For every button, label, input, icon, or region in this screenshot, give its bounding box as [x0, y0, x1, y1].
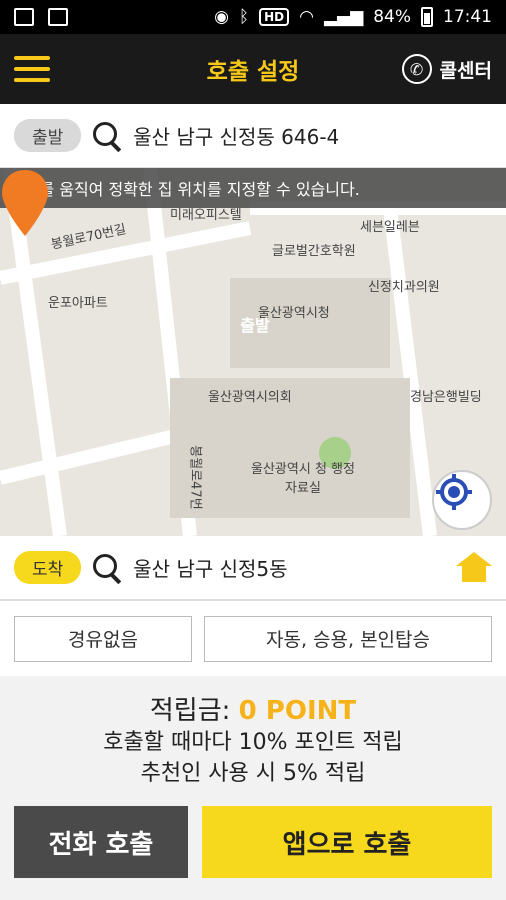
wifi-icon: ◠ — [299, 7, 314, 27]
points-panel: 적립금: 0 POINT 호출할 때마다 10% 포인트 적립 추천인 사용 시… — [0, 676, 506, 800]
clock: 17:41 — [443, 7, 492, 27]
map-label: 울산광역시의회 — [208, 390, 292, 405]
map-view[interactable]: 지도를 움직여 정확한 집 위치를 지정할 수 있습니다. 봉월로70번길 미래… — [0, 168, 506, 536]
map-label: 신정치과의원 — [368, 280, 440, 295]
pin-label: 출발 — [240, 316, 270, 335]
mail-icon — [48, 8, 68, 26]
phone-icon: ✆ — [401, 54, 432, 84]
status-bar: ◉ ᛒ HD ◠ ▂▄▆ 84% 17:41 — [0, 0, 506, 34]
departure-address[interactable]: 울산 남구 신정동 646-4 — [133, 121, 339, 150]
signal-icon: ▂▄▆ — [323, 7, 364, 27]
points-value: 0 POINT — [238, 696, 357, 726]
battery-percent: 84% — [373, 7, 411, 27]
map-instruction-banner: 지도를 움직여 정확한 집 위치를 지정할 수 있습니다. — [0, 168, 506, 208]
target-icon — [436, 474, 472, 510]
hd-icon: HD — [259, 8, 290, 26]
referral-info: 추천인 사용 시 5% 적립 — [140, 761, 366, 786]
waypoint-button[interactable]: 경유없음 — [14, 615, 192, 662]
options-row: 경유없음 자동, 승용, 본인탑승 — [0, 600, 506, 676]
app-bar: 호출 설정 ✆ 콜센터 — [0, 34, 506, 104]
map-label: 울산광역시 청 행정자료실 — [251, 462, 355, 496]
vehicle-option-button[interactable]: 자동, 승용, 본인탑승 — [204, 615, 492, 662]
location-icon: ◉ — [214, 7, 229, 27]
arrival-badge: 도착 — [14, 551, 82, 584]
departure-badge: 출발 — [14, 119, 82, 152]
search-icon[interactable] — [91, 552, 123, 584]
departure-row[interactable]: 출발 울산 남구 신정동 646-4 — [0, 104, 506, 168]
map-label: 봉월로47번 — [187, 445, 203, 510]
arrival-address[interactable]: 울산 남구 신정5동 — [133, 553, 287, 582]
map-label: 운포아파트 — [48, 296, 108, 311]
my-location-button[interactable] — [432, 470, 492, 530]
departure-pin-icon[interactable] — [0, 168, 50, 238]
home-icon[interactable] — [456, 551, 492, 584]
menu-icon[interactable] — [14, 56, 50, 82]
points-line: 적립금: 0 POINT — [0, 690, 506, 727]
map-label: 경남은행빌딩 — [410, 390, 482, 405]
gallery-icon — [14, 8, 34, 26]
map-label: 글로벌간호학원 — [272, 244, 356, 259]
map-label: 미래오피스텔 — [170, 208, 242, 223]
call-center-label: 콜센터 — [439, 59, 492, 82]
app-call-button[interactable]: 앱으로 호출 — [202, 806, 492, 878]
search-icon[interactable] — [91, 120, 123, 152]
points-info: 호출할 때마다 10% 포인트 적립 — [103, 730, 403, 755]
points-label: 적립금: — [149, 696, 231, 726]
battery-icon — [421, 7, 433, 27]
call-center-button[interactable]: ✆ 콜센터 — [401, 54, 492, 84]
phone-call-button[interactable]: 전화 호출 — [14, 806, 188, 878]
bluetooth-icon: ᛒ — [238, 7, 250, 27]
action-buttons: 전화 호출 앱으로 호출 — [0, 800, 506, 878]
map-label: 세븐일레븐 — [360, 220, 420, 235]
arrival-row[interactable]: 도착 울산 남구 신정5동 — [0, 536, 506, 600]
